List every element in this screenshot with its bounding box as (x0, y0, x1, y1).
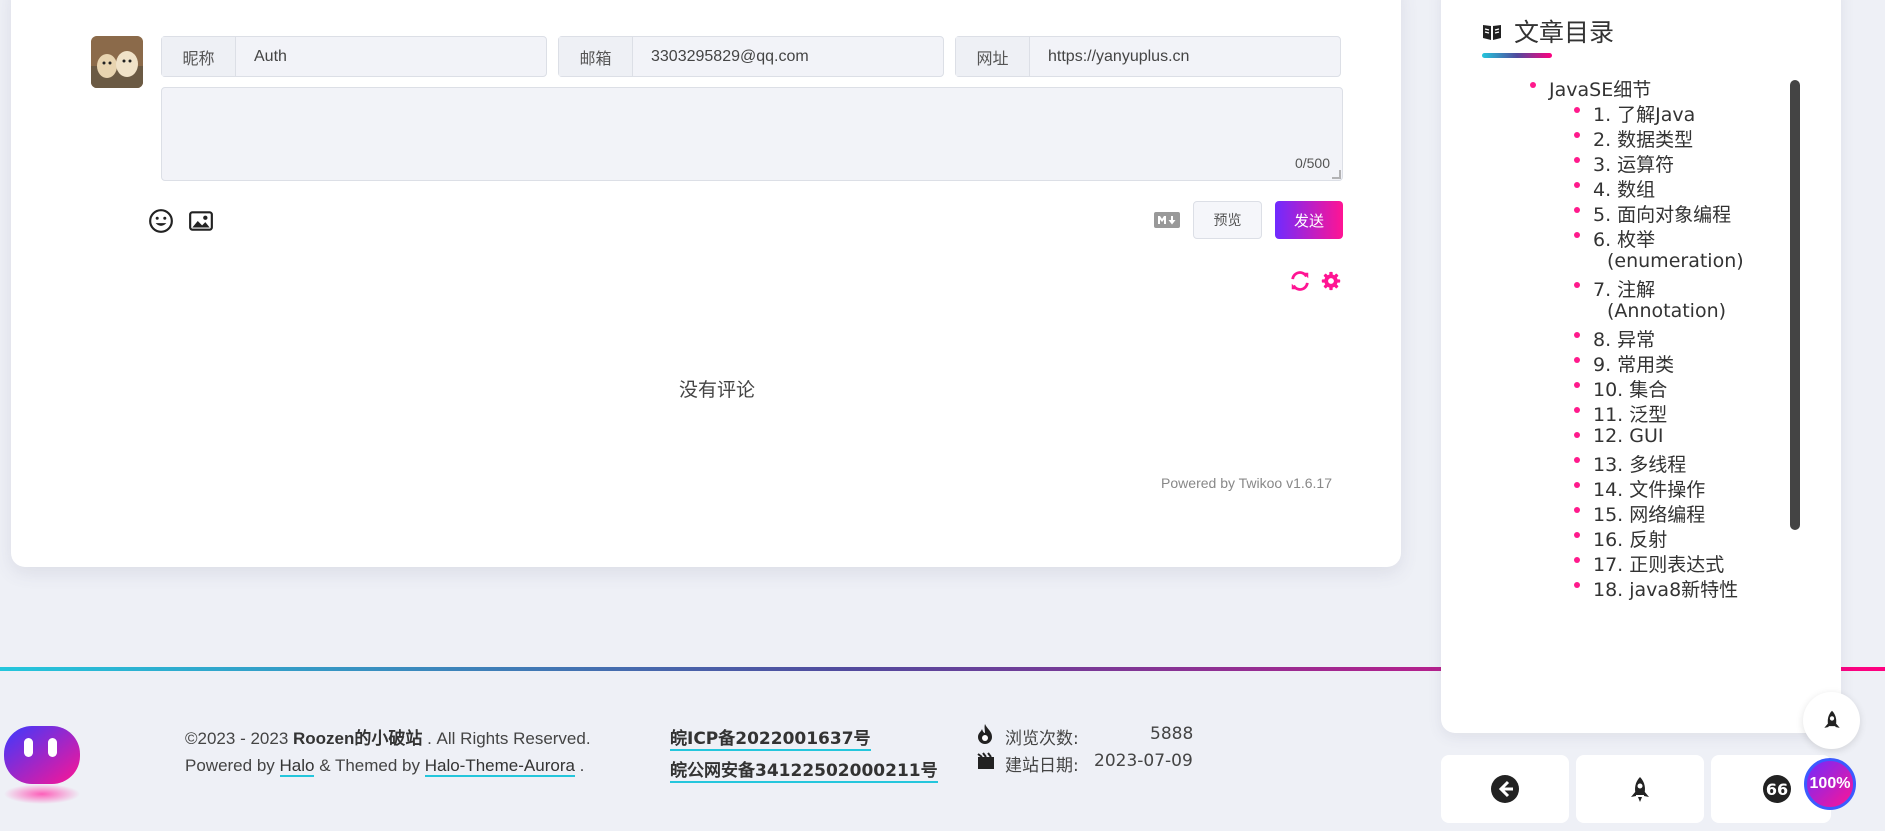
back-to-top-button[interactable] (1803, 692, 1860, 749)
nickname-input[interactable]: Auth (236, 48, 287, 66)
gear-icon[interactable] (1321, 271, 1341, 291)
email-field[interactable]: 邮箱 3303295829@qq.com (558, 36, 944, 77)
toc-item[interactable]: 1. 了解Java (1574, 100, 1695, 127)
views-label: 浏览次数: (1005, 729, 1079, 749)
theme-link[interactable]: Halo-Theme-Aurora (424, 756, 575, 777)
send-button[interactable]: 发送 (1275, 201, 1343, 239)
toc-root-item[interactable]: JavaSE细节 (1530, 75, 1651, 102)
police-record-link[interactable]: 皖公网安备34122502000211号 (670, 756, 938, 783)
quote-icon: 66 (1763, 775, 1791, 803)
toc-item[interactable]: 8. 异常 (1574, 325, 1655, 352)
toc-panel: 文章目录 JavaSE细节 1. 了解Java 2. 数据类型 3. 运算符 4… (1441, 0, 1841, 733)
toc-item[interactable]: 6. 枚举 (1574, 225, 1655, 252)
rocket-nav-button[interactable] (1576, 755, 1704, 823)
toc-item[interactable]: 9. 常用类 (1574, 350, 1674, 377)
powered-prefix: Powered by (185, 756, 280, 775)
toc-item[interactable]: 2. 数据类型 (1574, 125, 1693, 152)
toc-item[interactable]: 15. 网络编程 (1574, 500, 1705, 527)
toc-item[interactable]: 11. 泛型 (1574, 400, 1667, 427)
fire-icon (978, 724, 992, 744)
preview-button[interactable]: 预览 (1193, 201, 1262, 239)
nickname-label: 昵称 (162, 37, 236, 76)
icp-link[interactable]: 皖ICP备2022001637号 (670, 724, 871, 751)
toc-item[interactable]: 7. 注解 (1574, 275, 1655, 302)
toc-scrollbar[interactable] (1790, 80, 1800, 530)
no-comments-text: 没有评论 (678, 379, 755, 401)
toc-item[interactable]: 12. GUI (1574, 425, 1664, 447)
toc-item[interactable]: 16. 反射 (1574, 525, 1667, 552)
image-upload-icon[interactable] (188, 208, 214, 234)
comment-card: 昵称 Auth 邮箱 3303295829@qq.com 网址 https://… (11, 0, 1401, 567)
themed-text: & Themed by (314, 756, 425, 775)
emoji-icon[interactable] (148, 208, 174, 234)
footer-powered: Powered by Halo & Themed by Halo-Theme-A… (185, 756, 585, 777)
email-input[interactable]: 3303295829@qq.com (633, 48, 809, 66)
svg-text:66: 66 (1766, 780, 1788, 799)
avatar (91, 36, 143, 88)
toc-item[interactable]: 5. 面向对象编程 (1574, 200, 1731, 227)
rocket-icon (1631, 777, 1649, 802)
halo-link[interactable]: Halo (279, 756, 315, 777)
toc-item[interactable]: 4. 数组 (1574, 175, 1655, 202)
built-value: 2023-07-09 (1094, 751, 1193, 771)
markdown-icon (1154, 212, 1180, 228)
nickname-field[interactable]: 昵称 Auth (161, 36, 547, 77)
footer-period: . (574, 756, 585, 775)
toc-item[interactable]: 14. 文件操作 (1574, 475, 1705, 502)
reading-progress-badge[interactable]: 100% (1804, 758, 1856, 810)
toc-item[interactable]: 3. 运算符 (1574, 150, 1674, 177)
toc-item-continuation[interactable]: (Annotation) (1607, 300, 1726, 322)
mascot-icon[interactable] (2, 724, 80, 804)
toc-item-continuation[interactable]: (enumeration) (1607, 250, 1744, 272)
rocket-icon (1823, 710, 1840, 728)
views-value: 5888 (1150, 724, 1194, 744)
toc-title: 文章目录 (1514, 18, 1615, 47)
twikoo-powered-by[interactable]: Powered by Twikoo v1.6.17 (1161, 475, 1332, 491)
toc-item[interactable]: 13. 多线程 (1574, 450, 1686, 477)
website-label: 网址 (956, 37, 1030, 76)
website-input[interactable]: https://yanyuplus.cn (1030, 48, 1189, 66)
footer-copyright: ©2023 - 2023 Roozen的小破站 . All Rights Res… (185, 724, 591, 749)
calendar-icon (977, 752, 994, 769)
copyright-suffix: . All Rights Reserved. (422, 729, 591, 748)
toc-accent-bar (1482, 53, 1552, 58)
built-label: 建站日期: (1005, 756, 1079, 776)
back-button[interactable] (1441, 755, 1569, 823)
toc-list: JavaSE细节 1. 了解Java 2. 数据类型 3. 运算符 4. 数组 … (1441, 75, 1801, 675)
email-label: 邮箱 (559, 37, 633, 76)
comment-textarea[interactable]: 0/500 (161, 87, 1343, 181)
refresh-icon[interactable] (1289, 270, 1311, 292)
copyright-prefix: ©2023 - 2023 (185, 729, 293, 748)
char-counter: 0/500 (1294, 155, 1330, 171)
site-name: Roozen的小破站 (293, 729, 423, 748)
toc-item[interactable]: 18. java8新特性 (1574, 575, 1738, 602)
toc-item[interactable]: 17. 正则表达式 (1574, 550, 1724, 577)
toc-item[interactable]: 10. 集合 (1574, 375, 1667, 402)
book-icon (1483, 25, 1501, 40)
website-field[interactable]: 网址 https://yanyuplus.cn (955, 36, 1341, 77)
arrow-left-icon (1491, 775, 1519, 803)
resize-handle[interactable] (1332, 170, 1341, 179)
